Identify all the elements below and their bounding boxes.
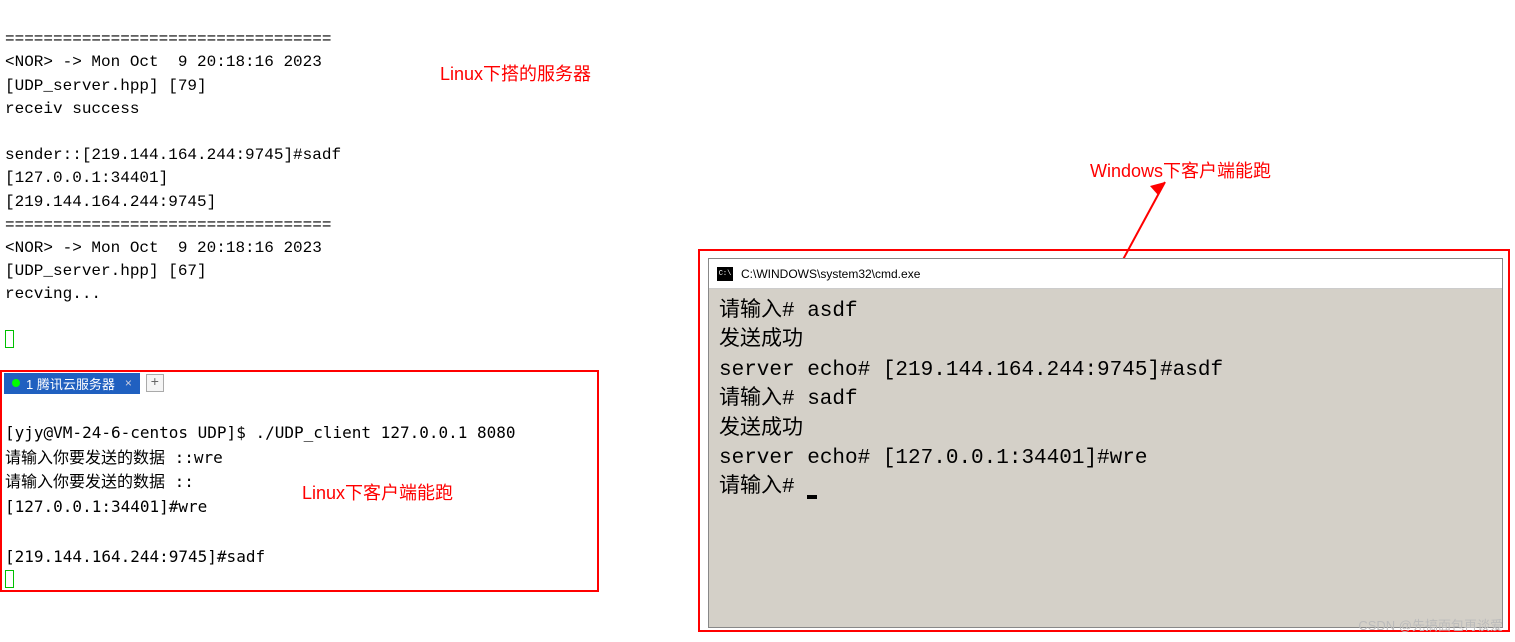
terminal-line: [219.144.164.244:9745] [5,193,216,211]
terminal-line: <NOR> -> Mon Oct 9 20:18:16 2023 [5,239,322,257]
terminal-line: <NOR> -> Mon Oct 9 20:18:16 2023 [5,53,322,71]
terminal-line: 请输入你要发送的数据 ::wre [5,448,223,467]
tab-label-text: 1 腾讯云服务器 [26,374,115,393]
terminal-line: [UDP_server.hpp] [79] [5,77,207,95]
tab-tencent-cloud[interactable]: 1 腾讯云服务器 × [4,373,140,394]
cmd-title-bar[interactable]: C:\WINDOWS\system32\cmd.exe [709,259,1502,289]
cmd-icon [717,267,733,281]
add-tab-button[interactable]: + [146,374,164,392]
terminal-line: [UDP_server.hpp] [67] [5,262,207,280]
client-terminal-output: [yjy@VM-24-6-centos UDP]$ ./UDP_client 1… [5,396,516,595]
cmd-title: C:\WINDOWS\system32\cmd.exe [741,267,920,281]
cmd-line: 发送成功 [719,329,803,352]
terminal-line: recving... [5,285,101,303]
terminal-line: [219.144.164.244:9745]#sadf [5,547,265,566]
terminal-line: [127.0.0.1:34401]#wre [5,497,207,516]
terminal-line: ================================== [5,216,331,234]
status-dot-icon [12,379,20,387]
cmd-output[interactable]: 请输入# asdf 发送成功 server echo# [219.144.164… [709,289,1502,511]
terminal-line: receiv success [5,100,139,118]
watermark: CSDN @先搞面包再谈爱 [1358,615,1503,634]
terminal-line: ================================== [5,30,331,48]
cmd-window[interactable]: C:\WINDOWS\system32\cmd.exe 请输入# asdf 发送… [708,258,1503,628]
terminal-line: [yjy@VM-24-6-centos UDP]$ ./UDP_client 1… [5,423,516,442]
cursor-icon [5,330,14,348]
terminal-line: [127.0.0.1:34401] [5,169,168,187]
cursor-icon [5,570,14,588]
cmd-line: server echo# [219.144.164.244:9745]#asdf [719,359,1223,382]
plus-icon: + [151,375,159,391]
annotation-linux-server: Linux下搭的服务器 [440,60,591,86]
cursor-icon [807,495,817,499]
annotation-windows-client: Windows下客户端能跑 [1090,157,1271,183]
server-terminal-output: ================================== <NOR>… [5,5,341,356]
tab-bar: 1 腾讯云服务器 × + [4,373,164,393]
cmd-line: 请输入# [719,476,807,499]
cmd-line: 请输入# sadf [719,388,858,411]
cmd-line: server echo# [127.0.0.1:34401]#wre [719,447,1147,470]
close-icon[interactable]: × [125,376,132,390]
cmd-line: 发送成功 [719,418,803,441]
terminal-line: 请输入你要发送的数据 :: [5,472,194,491]
cmd-line: 请输入# asdf [719,300,858,323]
terminal-line: sender::[219.144.164.244:9745]#sadf [5,146,341,164]
